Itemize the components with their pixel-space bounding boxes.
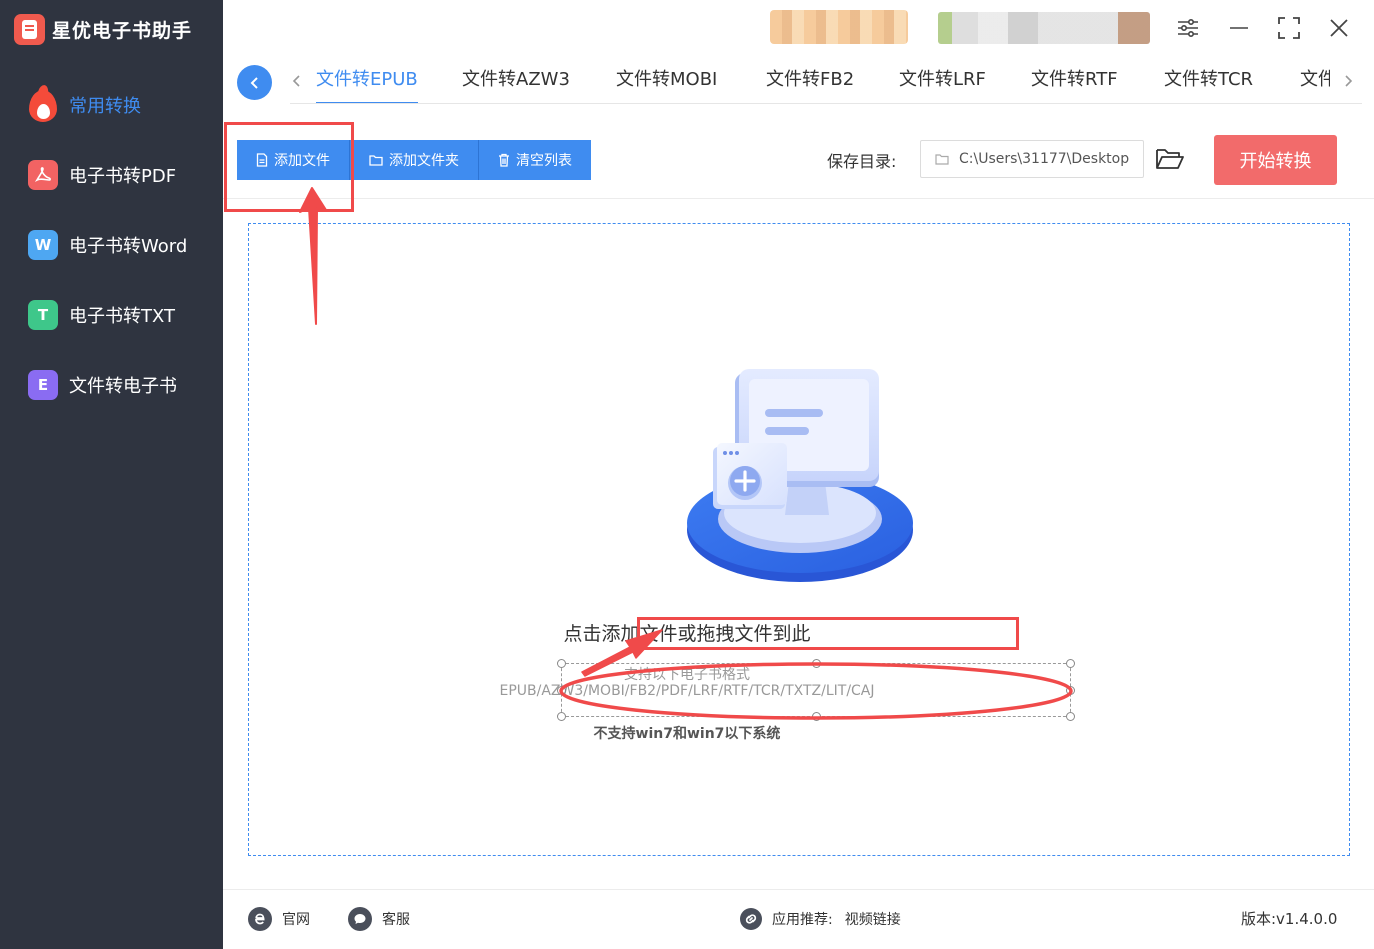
clear-list-button[interactable]: 清空列表 bbox=[479, 140, 591, 180]
settings-sliders-icon[interactable] bbox=[1174, 14, 1202, 42]
sidebar-item-label: 电子书转Word bbox=[69, 236, 188, 257]
website-label: 官网 bbox=[282, 912, 310, 928]
tab-azw3[interactable]: 文件转AZW3 bbox=[462, 58, 570, 104]
app-title: 星优电子书助手 bbox=[52, 19, 193, 42]
tabs-scroll-left-icon[interactable] bbox=[289, 70, 305, 92]
tab-lrf[interactable]: 文件转LRF bbox=[899, 58, 986, 104]
add-folder-button[interactable]: 添加文件夹 bbox=[350, 140, 479, 180]
brand: 星优电子书助手 bbox=[14, 12, 192, 46]
pdf-icon bbox=[28, 160, 58, 190]
close-icon[interactable] bbox=[1325, 14, 1353, 42]
chevron-left-icon bbox=[250, 76, 258, 89]
back-button[interactable] bbox=[237, 65, 272, 100]
sidebar: 星优电子书助手 常用转换 电子书转PDF W 电子书转Word T 电子书转TX… bbox=[0, 0, 223, 949]
sidebar-item-word[interactable]: W 电子书转Word bbox=[0, 217, 223, 273]
fullscreen-icon[interactable] bbox=[1275, 14, 1303, 42]
start-convert-button[interactable]: 开始转换 bbox=[1214, 135, 1337, 185]
tab-mobi[interactable]: 文件转MOBI bbox=[616, 58, 717, 104]
blurred-banner bbox=[770, 10, 908, 44]
link-icon bbox=[740, 908, 762, 930]
tab-rtf[interactable]: 文件转RTF bbox=[1031, 58, 1118, 104]
tab-epub[interactable]: 文件转EPUB bbox=[316, 58, 418, 104]
app-recommend-label: 应用推荐: bbox=[772, 912, 833, 928]
minimize-icon[interactable] bbox=[1225, 14, 1253, 42]
annotation-highlight-drop-hint bbox=[637, 617, 1019, 650]
word-icon: W bbox=[28, 230, 58, 260]
toolbar-divider bbox=[223, 198, 1374, 199]
customer-service-label: 客服 bbox=[382, 912, 410, 928]
chat-icon bbox=[348, 907, 372, 931]
sidebar-item-label: 电子书转TXT bbox=[69, 306, 176, 327]
add-folder-label: 添加文件夹 bbox=[389, 153, 459, 169]
folder-icon bbox=[369, 155, 383, 166]
app-recommend[interactable]: 应用推荐: 视频链接 bbox=[740, 907, 901, 931]
sidebar-item-label: 文件转电子书 bbox=[69, 376, 177, 397]
save-dir-field[interactable]: C:\Users\31177\Desktop bbox=[920, 140, 1144, 178]
annotation-highlight-add-file bbox=[224, 122, 354, 212]
save-dir-value: C:\Users\31177\Desktop bbox=[959, 151, 1130, 167]
flame-icon bbox=[28, 84, 58, 123]
tab-divider bbox=[290, 103, 1362, 104]
tab-tcr[interactable]: 文件转TCR bbox=[1164, 58, 1253, 104]
browse-folder-icon[interactable] bbox=[1155, 146, 1185, 174]
tab-more[interactable]: 文件转 bbox=[1300, 58, 1330, 104]
folder-small-icon bbox=[935, 154, 949, 165]
blurred-user-info[interactable] bbox=[938, 12, 1150, 44]
sidebar-item-to-ebook[interactable]: E 文件转电子书 bbox=[0, 357, 223, 413]
sidebar-item-txt[interactable]: T 电子书转TXT bbox=[0, 287, 223, 343]
tabs-scroll-right-icon[interactable] bbox=[1340, 70, 1356, 92]
clear-list-label: 清空列表 bbox=[516, 153, 572, 169]
sidebar-item-common[interactable]: 常用转换 bbox=[0, 77, 223, 133]
app-logo-icon bbox=[14, 13, 45, 45]
sidebar-item-label: 电子书转PDF bbox=[69, 166, 177, 187]
ebook-icon: E bbox=[28, 370, 58, 400]
system-requirement-note: 不支持win7和win7以下系统 bbox=[593, 726, 781, 742]
sidebar-item-pdf[interactable]: 电子书转PDF bbox=[0, 147, 223, 203]
tab-fb2[interactable]: 文件转FB2 bbox=[766, 58, 854, 104]
annotation-selection-box bbox=[557, 659, 1075, 721]
customer-service-link[interactable]: 客服 bbox=[348, 907, 410, 931]
trash-icon bbox=[499, 153, 509, 167]
ie-icon bbox=[248, 907, 272, 931]
sidebar-item-label: 常用转换 bbox=[69, 96, 141, 117]
save-dir-label: 保存目录: bbox=[827, 152, 897, 171]
website-link[interactable]: 官网 bbox=[248, 907, 310, 931]
txt-icon: T bbox=[28, 300, 58, 330]
footer-divider bbox=[223, 889, 1374, 890]
video-link[interactable]: 视频链接 bbox=[845, 909, 901, 929]
add-file-illustration-icon[interactable] bbox=[683, 365, 917, 583]
version-label: 版本:v1.4.0.0 bbox=[1241, 910, 1338, 928]
tab-bar: 文件转EPUB 文件转AZW3 文件转MOBI 文件转FB2 文件转LRF 文件… bbox=[316, 58, 1330, 104]
